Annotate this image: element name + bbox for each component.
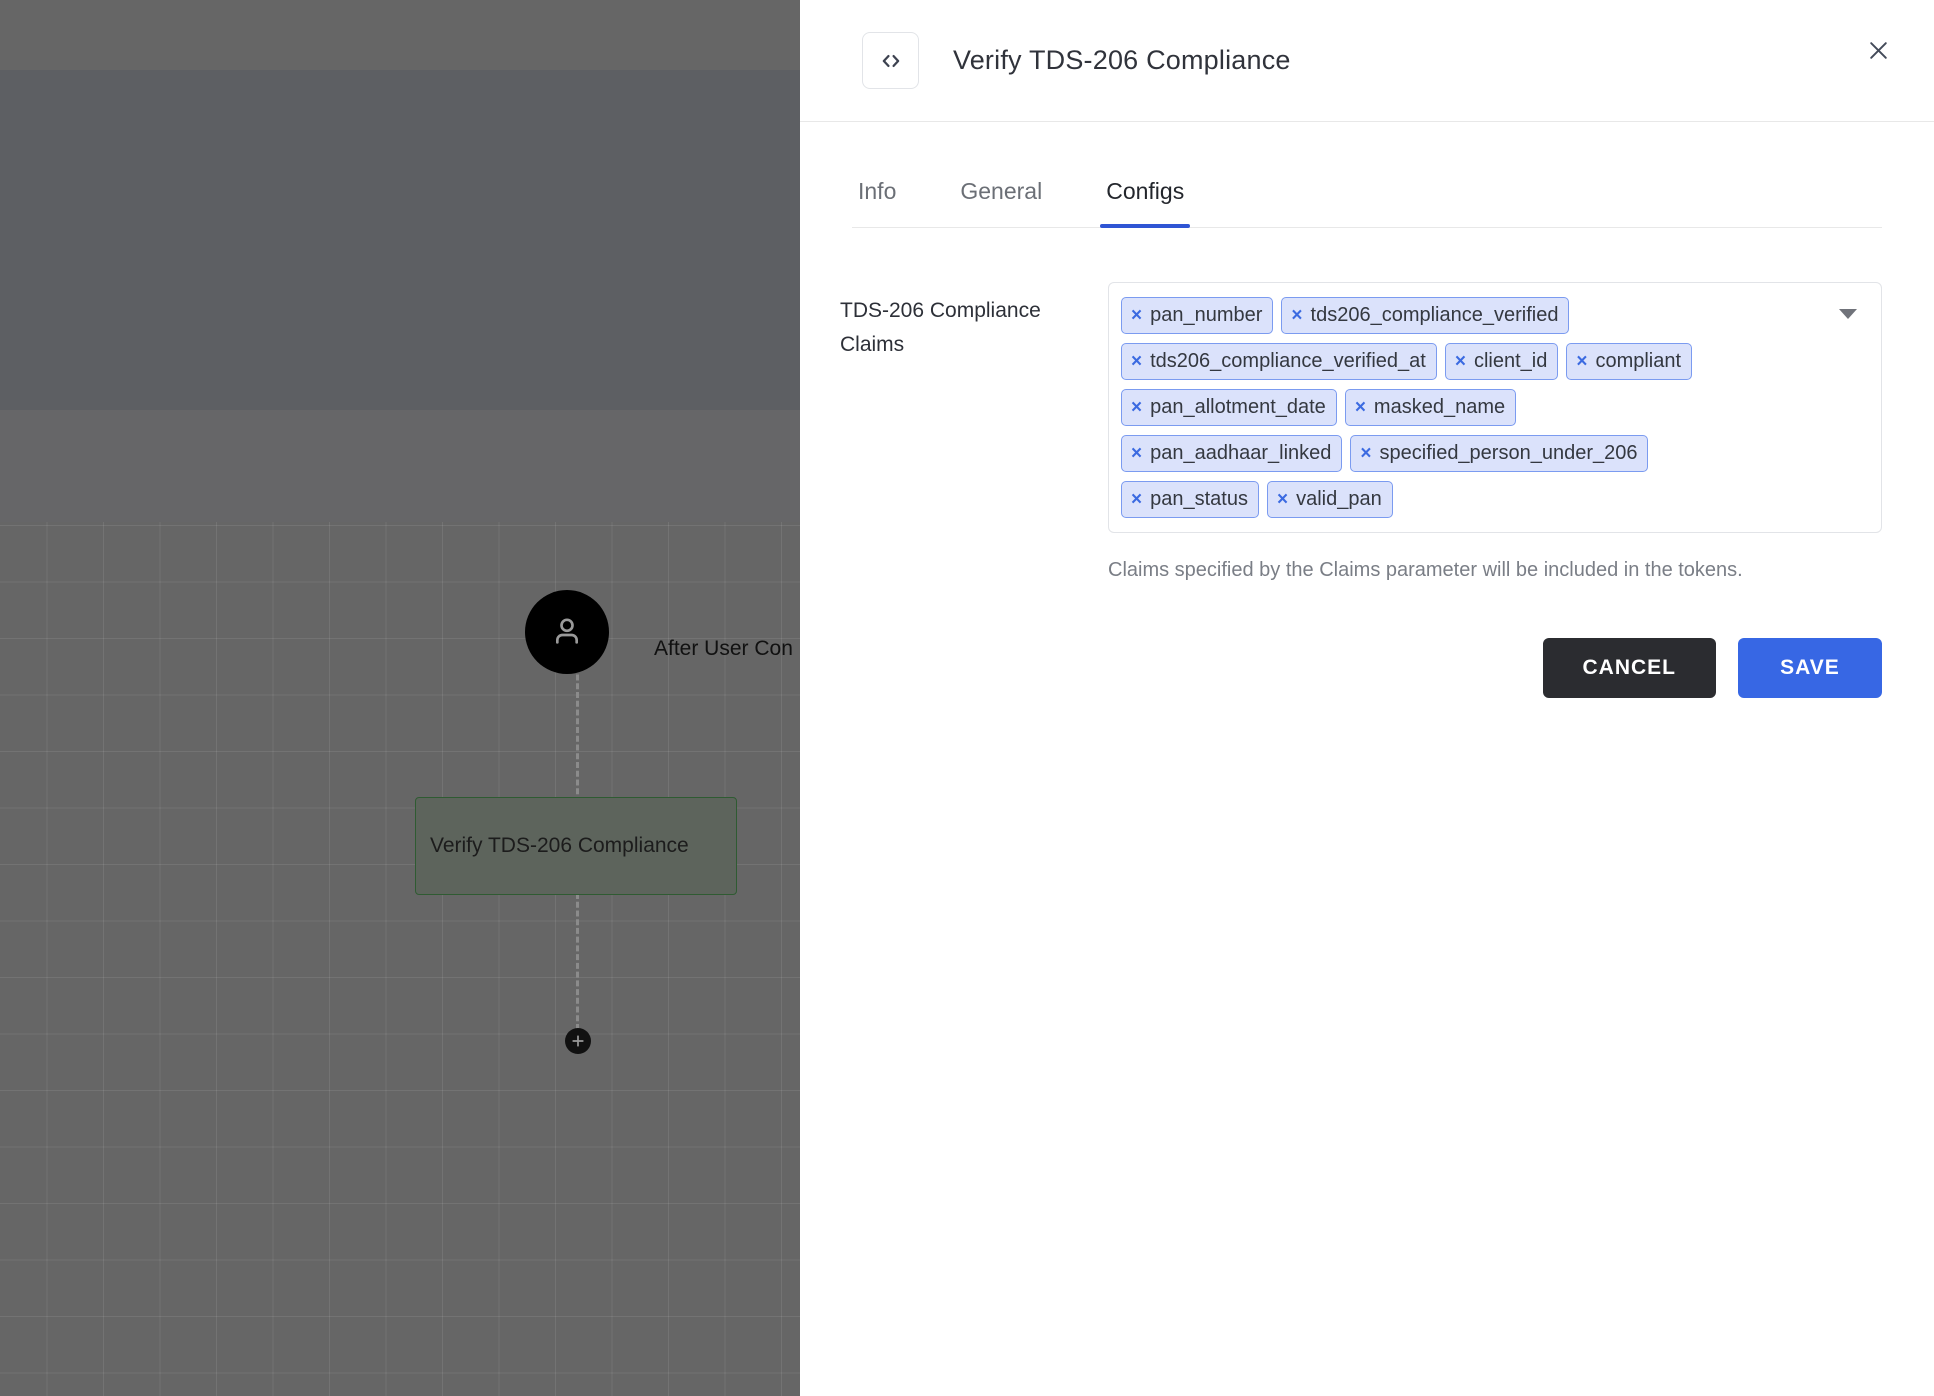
chip-label: pan_number xyxy=(1150,304,1263,326)
chip-remove-icon[interactable]: × xyxy=(1455,352,1466,371)
details-panel: Verify TDS-206 Compliance Info General C… xyxy=(800,0,1934,1396)
chip-label: specified_person_under_206 xyxy=(1379,442,1638,464)
app-root: After User Con Verify TDS-206 Compliance xyxy=(0,0,1934,1396)
claims-field-main: × pan_number × tds206_compliance_verified × t… xyxy=(1108,282,1882,582)
code-icon-badge xyxy=(862,32,919,89)
claim-chip[interactable]: × client_id xyxy=(1444,343,1559,380)
panel-actions: CANCEL SAVE xyxy=(800,582,1934,698)
claims-helper-text: Claims specified by the Claims parameter… xyxy=(1108,559,1743,581)
chip-remove-icon[interactable]: × xyxy=(1360,444,1371,463)
tab-bar: Info General Configs xyxy=(852,122,1882,228)
chip-label: tds206_compliance_verified xyxy=(1310,304,1559,326)
claims-chip-list: × pan_number × tds206_compliance_verified × t… xyxy=(1121,297,1731,518)
chip-label: client_id xyxy=(1473,350,1548,372)
claim-chip[interactable]: × pan_number xyxy=(1121,297,1274,334)
chip-label: pan_allotment_date xyxy=(1150,396,1326,418)
chip-label: masked_name xyxy=(1373,396,1506,418)
workflow-canvas[interactable]: After User Con Verify TDS-206 Compliance xyxy=(0,0,800,1396)
claim-chip[interactable]: × pan_status xyxy=(1121,481,1259,518)
chip-remove-icon[interactable]: × xyxy=(1131,352,1142,371)
chip-remove-icon[interactable]: × xyxy=(1131,306,1142,325)
claim-chip[interactable]: × pan_allotment_date xyxy=(1121,389,1337,426)
save-button[interactable]: SAVE xyxy=(1738,638,1882,698)
chip-label: pan_status xyxy=(1150,488,1248,510)
user-trigger-node-label: After User Con xyxy=(654,637,793,660)
code-icon xyxy=(878,48,904,74)
plus-icon xyxy=(571,1034,585,1048)
chip-remove-icon[interactable]: × xyxy=(1291,306,1302,325)
chip-label: compliant xyxy=(1595,350,1682,372)
chip-remove-icon[interactable]: × xyxy=(1131,490,1142,509)
user-icon xyxy=(547,612,587,652)
chip-label: pan_aadhaar_linked xyxy=(1150,442,1332,464)
chip-remove-icon[interactable]: × xyxy=(1355,398,1366,417)
workflow-edge-bottom xyxy=(576,893,579,1030)
workflow-edge-top xyxy=(576,657,579,803)
canvas-band-upper xyxy=(0,70,800,410)
chip-label: tds206_compliance_verified_at xyxy=(1150,350,1426,372)
claim-chip[interactable]: × tds206_compliance_verified xyxy=(1281,297,1570,334)
chevron-down-icon[interactable] xyxy=(1839,309,1857,319)
claim-chip[interactable]: × masked_name xyxy=(1344,389,1517,426)
user-trigger-node[interactable] xyxy=(525,590,609,674)
claim-chip[interactable]: × valid_pan xyxy=(1266,481,1393,518)
claim-chip[interactable]: × specified_person_under_206 xyxy=(1350,435,1649,472)
claim-chip[interactable]: × compliant xyxy=(1566,343,1693,380)
claims-multiselect[interactable]: × pan_number × tds206_compliance_verified × t… xyxy=(1108,282,1882,533)
page-title: Verify TDS-206 Compliance xyxy=(953,45,1291,75)
claim-chip[interactable]: × pan_aadhaar_linked xyxy=(1121,435,1343,472)
add-step-button[interactable] xyxy=(565,1028,591,1054)
tab-general[interactable]: General xyxy=(954,170,1048,227)
tab-configs[interactable]: Configs xyxy=(1100,170,1191,228)
task-node-label: Verify TDS-206 Compliance xyxy=(430,834,689,857)
claim-chip[interactable]: × tds206_compliance_verified_at xyxy=(1121,343,1437,380)
close-button[interactable] xyxy=(1850,22,1906,78)
panel-header: Verify TDS-206 Compliance xyxy=(800,0,1934,122)
claims-form-row: TDS-206 Compliance Claims × pan_number × td… xyxy=(800,228,1934,582)
chip-label: valid_pan xyxy=(1296,488,1382,510)
chip-remove-icon[interactable]: × xyxy=(1576,352,1587,371)
task-node-verify-tds206[interactable]: Verify TDS-206 Compliance xyxy=(415,797,737,895)
canvas-band-lower xyxy=(0,410,800,522)
close-icon xyxy=(1865,37,1892,64)
claims-field-label: TDS-206 Compliance Claims xyxy=(840,299,1041,356)
cancel-button[interactable]: CANCEL xyxy=(1542,638,1716,698)
tab-info[interactable]: Info xyxy=(852,170,902,227)
chip-remove-icon[interactable]: × xyxy=(1131,398,1142,417)
chip-remove-icon[interactable]: × xyxy=(1131,444,1142,463)
chip-remove-icon[interactable]: × xyxy=(1277,490,1288,509)
